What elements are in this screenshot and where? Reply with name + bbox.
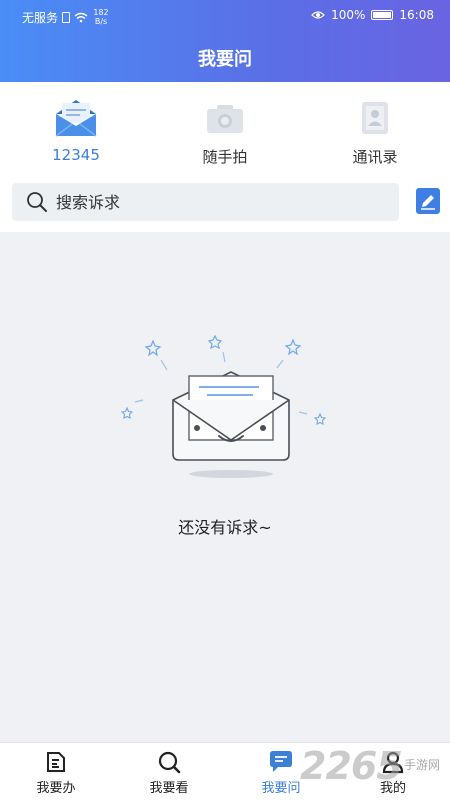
- clock-time: 16:08: [399, 8, 434, 22]
- tab-todo[interactable]: 我要办: [16, 749, 96, 796]
- battery-percent: 100%: [331, 8, 366, 22]
- tab-label: 我要问: [261, 781, 301, 796]
- wifi-icon: [74, 12, 88, 22]
- camera-icon: [201, 96, 249, 140]
- tab-label: 我的: [379, 781, 406, 796]
- search-row: [0, 174, 450, 232]
- chat-icon: [267, 749, 295, 775]
- sim-icon: [62, 11, 71, 23]
- search-box[interactable]: [12, 183, 399, 221]
- empty-mailbox-illustration: [120, 334, 327, 478]
- quick-action-contacts[interactable]: 通讯录: [315, 96, 435, 167]
- status-bar: 无服务 182 B/s 100% 16:08: [0, 0, 450, 30]
- tab-label: 我要办: [36, 781, 76, 796]
- quick-action-snapshot[interactable]: 随手拍: [165, 96, 285, 167]
- mail-icon: [52, 96, 100, 140]
- contacts-icon: [351, 96, 399, 140]
- network-speed-unit: B/s: [94, 17, 108, 26]
- tab-ask[interactable]: 我要问: [241, 749, 321, 796]
- network-speed: 182 B/s: [92, 8, 110, 26]
- tab-bar: 我要办 我要看 我要问 我的: [0, 742, 450, 800]
- page-title: 我要问: [198, 49, 252, 70]
- eye-icon: [311, 11, 325, 19]
- search-icon: [27, 192, 47, 212]
- carrier-text: 无服务: [22, 10, 59, 25]
- battery-icon: [371, 10, 394, 20]
- edit-icon: [421, 195, 435, 210]
- quick-action-12345[interactable]: 12345: [16, 96, 136, 164]
- tab-browse[interactable]: 我要看: [129, 749, 209, 796]
- search-icon: [155, 749, 183, 775]
- quick-action-label: 通讯录: [352, 148, 398, 166]
- compose-button[interactable]: [416, 188, 440, 214]
- person-icon: [379, 749, 407, 775]
- content-area: 还没有诉求~: [0, 232, 450, 742]
- tab-profile[interactable]: 我的: [353, 749, 433, 796]
- quick-action-label: 12345: [52, 146, 100, 164]
- network-speed-value: 182: [93, 8, 109, 17]
- header: 无服务 182 B/s 100% 16:08 我要问: [0, 0, 450, 82]
- document-icon: [42, 749, 70, 775]
- quick-action-label: 随手拍: [202, 148, 248, 166]
- quick-actions: 12345 随手拍 通讯录: [0, 82, 450, 174]
- tab-label: 我要看: [149, 781, 189, 796]
- empty-state-message: 还没有诉求~: [178, 518, 272, 537]
- search-input[interactable]: [56, 192, 356, 212]
